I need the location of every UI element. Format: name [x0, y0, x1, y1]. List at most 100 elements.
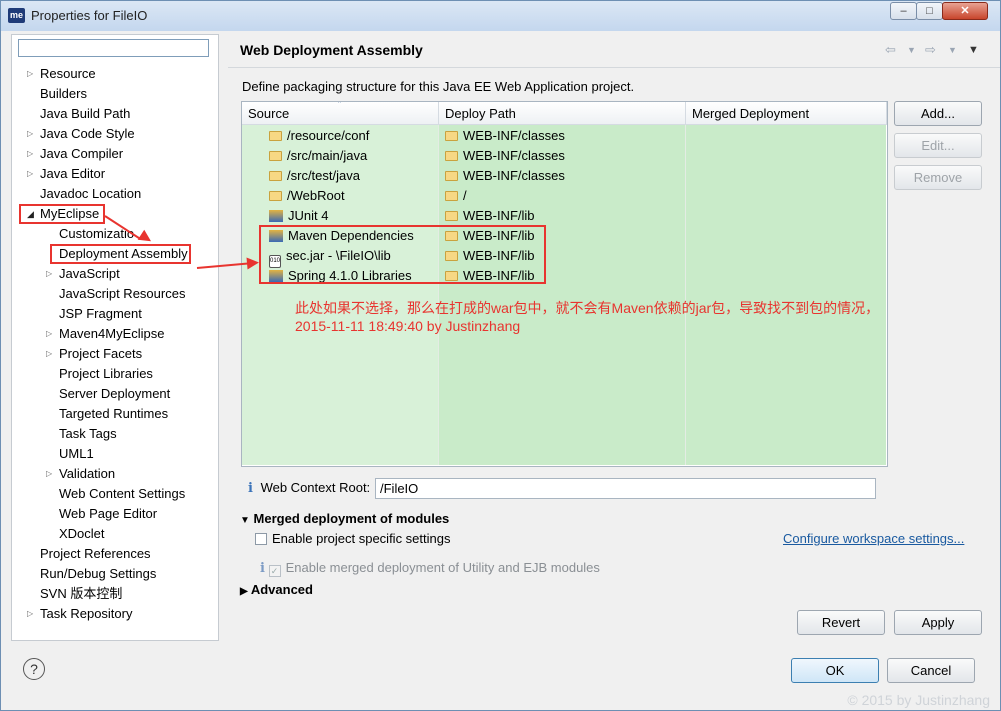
deploy-path-cell: WEB-INF/classes: [445, 146, 565, 166]
column-header-deploy-path[interactable]: Deploy Path: [439, 102, 686, 125]
title-separator: [228, 67, 1000, 68]
tree-item-builders[interactable]: Builders: [40, 84, 87, 104]
source-cell: /src/test/java: [269, 166, 360, 186]
enable-project-specific-row[interactable]: Enable project specific settings: [255, 531, 450, 546]
tree-item-resource[interactable]: Resource: [40, 64, 96, 84]
merged-section-toggle[interactable]: ▼ Merged deployment of modules: [240, 511, 449, 526]
enable-merged-row: i ✓ Enable merged deployment of Utility a…: [260, 560, 600, 577]
tree-collapsed-icon[interactable]: ▷: [27, 124, 33, 144]
tree-collapsed-icon[interactable]: ▷: [27, 164, 33, 184]
table-row[interactable]: /WebRoot /: [242, 186, 887, 206]
collapsed-triangle-icon: ▶: [240, 586, 248, 597]
deploy-path-text: WEB-INF/lib: [463, 208, 535, 223]
tree-collapsed-icon[interactable]: ▷: [27, 144, 33, 164]
context-root-label: Web Context Root:: [260, 480, 371, 495]
source-text: JUnit 4: [288, 208, 329, 223]
merged-checkbox[interactable]: ✓: [268, 565, 281, 577]
tree-item-java-build-path[interactable]: Java Build Path: [40, 104, 130, 124]
back-arrow-icon[interactable]: ⇦: [885, 42, 896, 58]
view-menu-icon[interactable]: ▼: [968, 44, 979, 56]
ok-button[interactable]: OK: [791, 658, 879, 683]
tree-item-java-compiler[interactable]: Java Compiler: [40, 144, 123, 164]
tree-item-web-page-editor[interactable]: Web Page Editor: [59, 504, 157, 524]
table-row[interactable]: /src/test/java WEB-INF/classes: [242, 166, 887, 186]
annotation-arrowhead-2: [246, 256, 260, 270]
tree-item-validation[interactable]: Validation: [59, 464, 115, 484]
deploy-path-text: /: [463, 188, 467, 203]
close-icon[interactable]: ✕: [942, 2, 988, 20]
folder-icon: [269, 171, 282, 181]
source-cell: /src/main/java: [269, 146, 367, 166]
tree-item-jsp-fragment[interactable]: JSP Fragment: [59, 304, 142, 324]
page-title: Web Deployment Assembly: [240, 42, 423, 58]
add-button[interactable]: Add...: [894, 101, 982, 126]
folder-icon: [269, 191, 282, 201]
tree-item-svn[interactable]: SVN 版本控制: [40, 584, 122, 604]
maximize-icon[interactable]: □: [916, 2, 943, 20]
advanced-section-toggle[interactable]: ▶ Advanced: [240, 582, 313, 597]
tree-item-xdoclet[interactable]: XDoclet: [59, 524, 105, 544]
tree-item-maven4myeclipse[interactable]: Maven4MyEclipse: [59, 324, 165, 344]
page-panel: Web Deployment Assembly ⇦ ▼ ⇨ ▼ ▼ Define…: [228, 34, 1000, 640]
cancel-button[interactable]: Cancel: [887, 658, 975, 683]
tree-item-project-libraries[interactable]: Project Libraries: [59, 364, 153, 384]
folder-icon: [445, 171, 458, 181]
deploy-path-text: WEB-INF/classes: [463, 128, 565, 143]
window-title: Properties for FileIO: [31, 8, 148, 23]
tree-item-run-debug-settings[interactable]: Run/Debug Settings: [40, 564, 156, 584]
back-menu-icon[interactable]: ▼: [907, 45, 916, 55]
project-specific-checkbox[interactable]: [255, 533, 267, 545]
tree-collapsed-icon[interactable]: ▷: [46, 264, 52, 284]
tree-item-java-editor[interactable]: Java Editor: [40, 164, 105, 184]
help-icon[interactable]: ?: [23, 658, 45, 680]
source-text: /WebRoot: [287, 188, 345, 203]
info-icon: i: [248, 481, 253, 496]
tree-item-javadoc-location[interactable]: Javadoc Location: [40, 184, 141, 204]
remove-button[interactable]: Remove: [894, 165, 982, 190]
tree-item-web-content-settings[interactable]: Web Content Settings: [59, 484, 185, 504]
tree-item-task-repository[interactable]: Task Repository: [40, 604, 132, 624]
configure-workspace-link[interactable]: Configure workspace settings...: [783, 531, 964, 546]
dialog-footer: ? OK Cancel © 2015 by Justinzhang: [1, 641, 1000, 710]
column-header-merged[interactable]: Merged Deployment: [686, 102, 887, 125]
apply-button[interactable]: Apply: [894, 610, 982, 635]
filter-input[interactable]: [18, 39, 209, 57]
column-header-source[interactable]: Source ˆ: [242, 102, 439, 125]
table-row[interactable]: /src/main/java WEB-INF/classes: [242, 146, 887, 166]
tree-collapsed-icon[interactable]: ▷: [46, 324, 52, 344]
tree-item-javascript-resources[interactable]: JavaScript Resources: [59, 284, 185, 304]
myeclipse-app-icon: me: [8, 8, 25, 23]
folder-icon: [445, 191, 458, 201]
edit-button[interactable]: Edit...: [894, 133, 982, 158]
context-root-input[interactable]: [375, 478, 876, 499]
tree-item-server-deployment[interactable]: Server Deployment: [59, 384, 170, 404]
page-description: Define packaging structure for this Java…: [242, 79, 635, 94]
minimize-icon[interactable]: –: [890, 2, 917, 20]
tree-item-javascript[interactable]: JavaScript: [59, 264, 120, 284]
tree-item-java-code-style[interactable]: Java Code Style: [40, 124, 135, 144]
forward-arrow-icon[interactable]: ⇨: [925, 42, 936, 58]
tree-item-task-tags[interactable]: Task Tags: [59, 424, 117, 444]
folder-icon: [269, 131, 282, 141]
source-text: /src/main/java: [287, 148, 368, 163]
table-row[interactable]: JUnit 4 WEB-INF/lib: [242, 206, 887, 226]
tree-item-project-facets[interactable]: Project Facets: [59, 344, 142, 364]
property-tree-panel: ▷ Resource Builders Java Build Path ▷ Java Co…: [11, 34, 219, 641]
deployment-table: Source ˆ Deploy Path Merged Deployment /r…: [241, 101, 888, 467]
folder-icon: [445, 131, 458, 141]
source-text: /resource/conf: [287, 128, 370, 143]
tree-collapsed-icon[interactable]: ▷: [27, 64, 33, 84]
tree-collapsed-icon[interactable]: ▷: [46, 464, 52, 484]
table-row[interactable]: /resource/conf WEB-INF/classes: [242, 126, 887, 146]
properties-dialog: me Properties for FileIO – □ ✕ ▷ Resource…: [0, 0, 1001, 711]
forward-menu-icon[interactable]: ▼: [948, 45, 957, 55]
tree-item-targeted-runtimes[interactable]: Targeted Runtimes: [59, 404, 168, 424]
tree-collapsed-icon[interactable]: ▷: [27, 604, 33, 624]
deploy-path-text: WEB-INF/classes: [463, 148, 565, 163]
tree-item-project-references[interactable]: Project References: [40, 544, 151, 564]
tree-collapsed-icon[interactable]: ▷: [46, 344, 52, 364]
library-icon: [269, 210, 283, 222]
revert-button[interactable]: Revert: [797, 610, 885, 635]
deploy-path-cell: WEB-INF/classes: [445, 126, 565, 146]
tree-item-uml1[interactable]: UML1: [59, 444, 94, 464]
